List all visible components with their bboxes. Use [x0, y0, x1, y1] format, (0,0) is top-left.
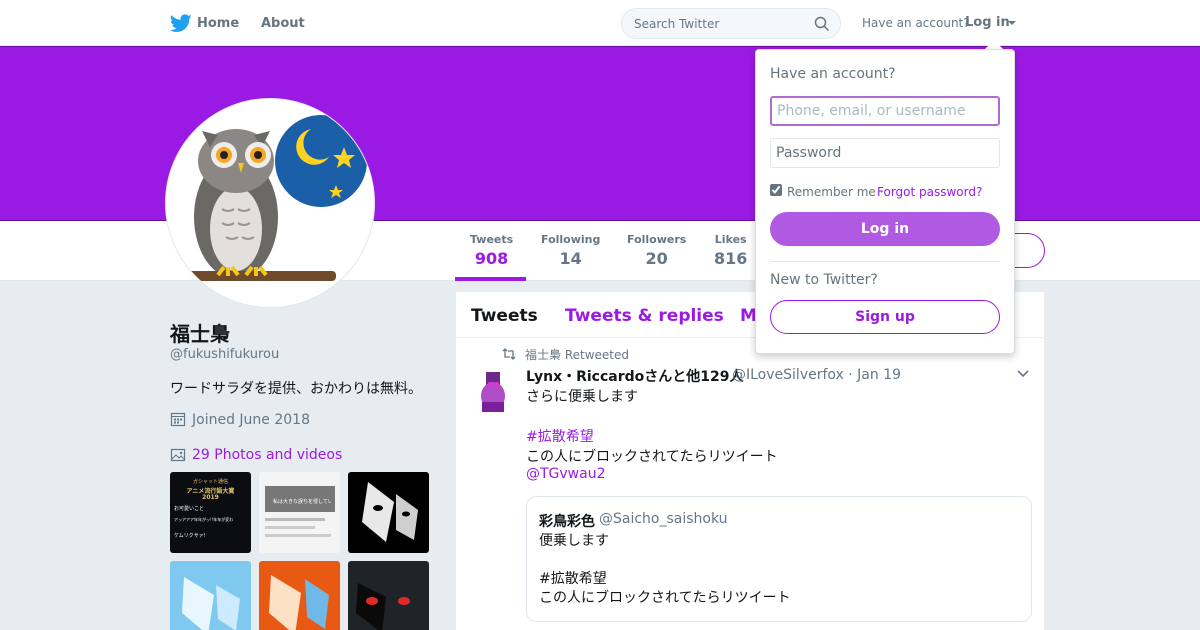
remember-me-checkbox[interactable] [770, 184, 782, 196]
photo-icon [170, 448, 186, 462]
stat-followers[interactable]: Followers 20 [627, 233, 686, 268]
login-dropdown: Have an account? Remember me · Forgot pa… [755, 49, 1015, 354]
tab-tweets[interactable]: Tweets [471, 306, 538, 326]
stat-label: Likes [714, 233, 747, 246]
thumb-caption: ケムリクサァ! [174, 533, 206, 539]
chevron-down-icon[interactable] [1008, 21, 1016, 25]
nav-about-link[interactable]: About [261, 16, 305, 31]
search-input[interactable]: Search Twitter [634, 17, 719, 31]
profile-handle[interactable]: @fukushifukurou [170, 347, 279, 362]
profile-name[interactable]: 福士梟 [170, 318, 230, 347]
stat-value: 14 [559, 249, 582, 268]
tweet-text: さらに便乗します [526, 389, 638, 405]
quote-author: 彩鳥彩色 [539, 514, 595, 530]
stat-value: 20 [645, 249, 668, 268]
avatar[interactable] [165, 98, 375, 308]
dropdown-arrow [985, 40, 1003, 49]
stat-value: 908 [474, 249, 509, 268]
quote-handle: @Saicho_saishoku [599, 511, 728, 527]
quote-text: #拡散希望 [539, 571, 607, 587]
retweet-icon [502, 348, 516, 360]
thumb-caption: アッアアア年年がッ!!年年が変わ [174, 517, 234, 522]
chevron-down-icon[interactable] [1017, 370, 1029, 378]
profile-bio: ワードサラダを提供、おかわりは無料。 [170, 381, 422, 397]
signup-button[interactable]: Sign up [770, 300, 1000, 334]
stat-tweets[interactable]: Tweets 908 [470, 233, 513, 268]
media-thumbnail[interactable] [170, 561, 251, 630]
dropdown-title: Have an account? [770, 66, 896, 82]
tweet-hashtag[interactable]: #拡散希望 [526, 426, 594, 446]
tab-tweets-replies[interactable]: Tweets & replies [565, 306, 724, 326]
stat-value: 816 [714, 249, 748, 268]
media-thumbnail[interactable] [348, 561, 429, 630]
calendar-icon [170, 412, 186, 427]
stat-likes[interactable]: Likes 816 [714, 233, 747, 268]
nav-home-link[interactable]: Home [197, 16, 239, 31]
active-stat-indicator [455, 277, 526, 281]
stat-label: Tweets [470, 233, 514, 246]
top-nav: Home About Search Twitter Have an accoun… [0, 0, 1200, 46]
username-input[interactable] [770, 96, 1000, 126]
photos-link[interactable]: 29 Photos and videos [192, 447, 342, 463]
login-menu-link[interactable]: Log in [965, 15, 1010, 30]
tweet-text: この人にブロックされてたらリツイート [526, 449, 778, 465]
media-thumbnail[interactable] [259, 561, 340, 630]
password-input[interactable] [770, 138, 1000, 168]
stat-label: Following [541, 233, 601, 246]
forgot-password-link[interactable]: Forgot password? [877, 185, 982, 199]
search-box[interactable]: Search Twitter [621, 8, 841, 39]
media-thumbnail[interactable]: 私は大きな誤ちを侵している [259, 472, 340, 553]
quoted-tweet[interactable]: 彩鳥彩色 @Saicho_saishoku 便乗します #拡散希望 この人にブロ… [526, 496, 1032, 622]
media-thumbnail[interactable]: ガシャット通信 アニメ流行語大賞 2019 お可愛いこと アッアアア年年がッ!!… [170, 472, 251, 553]
tweet-mention[interactable]: @TGvwau2 [526, 466, 606, 482]
owl-illustration [186, 115, 367, 281]
thumb-caption: 私は大きな誤ちを侵している [273, 499, 331, 505]
thumb-caption: 2019 [202, 494, 219, 501]
new-to-twitter-text: New to Twitter? [770, 272, 878, 288]
quote-text: 便乗します [539, 533, 609, 549]
thumb-caption: お可愛いこと [174, 506, 205, 512]
retweeted-by[interactable]: 福士梟 Retweeted [525, 346, 629, 363]
thumb-caption: ガシャット通信 [192, 479, 228, 485]
stat-label: Followers [627, 233, 687, 246]
twitter-bird-icon[interactable] [170, 14, 192, 33]
remember-me-label[interactable]: Remember me · [787, 185, 883, 199]
stat-following[interactable]: Following 14 [541, 233, 600, 268]
tweet-author[interactable]: Lynx・Riccardoさんと他129人 [526, 366, 744, 386]
search-icon[interactable] [814, 16, 830, 32]
quote-text: この人にブロックされてたらリツイート [539, 590, 791, 606]
login-button[interactable]: Log in [770, 212, 1000, 246]
divider [770, 261, 1000, 262]
media-thumbnail[interactable] [348, 472, 429, 553]
joined-date: Joined June 2018 [192, 412, 310, 428]
tweet-meta[interactable]: @ILoveSilverfox · Jan 19 [732, 367, 901, 383]
have-account-text: Have an account? [862, 16, 970, 30]
tweet-avatar[interactable] [472, 366, 512, 414]
